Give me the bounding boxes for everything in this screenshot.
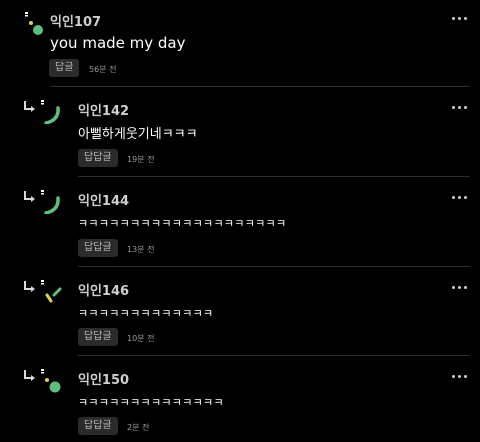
timestamp: 19분 전 xyxy=(127,155,155,164)
reply-button[interactable]: 답답글 xyxy=(78,239,118,257)
reply-arrow-icon xyxy=(24,370,35,381)
more-options-icon[interactable] xyxy=(452,16,468,22)
comment-item: 익인146 ㅋㅋㅋㅋㅋㅋㅋㅋㅋㅋㅋㅋㅋ 답답글 10분 전 xyxy=(0,266,480,356)
avatar xyxy=(41,190,60,214)
comment-text: ㅋㅋㅋㅋㅋㅋㅋㅋㅋㅋㅋㅋㅋㅋㅋㅋㅋㅋㅋㅋ xyxy=(78,217,287,230)
timestamp: 10분 전 xyxy=(127,334,155,343)
reply-arrow-icon xyxy=(24,191,35,202)
timestamp: 13분 전 xyxy=(127,245,155,254)
more-options-icon[interactable] xyxy=(452,195,468,201)
avatar xyxy=(41,369,61,393)
comment-item: 익인150 ㅋㅋㅋㅋㅋㅋㅋㅋㅋㅋㅋㅋㅋㅋ 답답글 2분 전 xyxy=(0,355,480,442)
comment-item: 익인107 you made my day 답글 56분 전 xyxy=(0,0,480,87)
reply-button[interactable]: 답글 xyxy=(49,59,80,77)
reply-button[interactable]: 답답글 xyxy=(78,149,118,167)
comment-item: 익인142 아뻘하게웃기네ㅋㅋㅋ 답답글 19분 전 xyxy=(0,86,480,177)
comment-text: ㅋㅋㅋㅋㅋㅋㅋㅋㅋㅋㅋㅋㅋㅋ xyxy=(78,396,224,409)
comment-text: ㅋㅋㅋㅋㅋㅋㅋㅋㅋㅋㅋㅋㅋ xyxy=(78,307,214,320)
author-name: 익인150 xyxy=(78,373,130,388)
avatar xyxy=(41,100,60,124)
author-name: 익인144 xyxy=(78,194,130,209)
comment-text: 아뻘하게웃기네ㅋㅋㅋ xyxy=(78,127,198,142)
comment-text: you made my day xyxy=(50,34,186,52)
timestamp: 2분 전 xyxy=(127,423,150,432)
reply-button[interactable]: 답답글 xyxy=(78,417,118,435)
author-name: 익인107 xyxy=(50,15,102,30)
more-options-icon[interactable] xyxy=(452,285,468,291)
author-name: 익인146 xyxy=(78,284,130,299)
reply-button[interactable]: 답답글 xyxy=(78,328,118,346)
timestamp: 56분 전 xyxy=(89,65,117,74)
author-name: 익인142 xyxy=(78,104,130,119)
avatar xyxy=(41,280,62,303)
more-options-icon[interactable] xyxy=(452,374,468,380)
reply-arrow-icon xyxy=(24,281,35,292)
comment-item: 익인144 ㅋㅋㅋㅋㅋㅋㅋㅋㅋㅋㅋㅋㅋㅋㅋㅋㅋㅋㅋㅋ 답답글 13분 전 xyxy=(0,176,480,267)
avatar xyxy=(25,12,43,35)
reply-arrow-icon xyxy=(24,101,35,112)
more-options-icon[interactable] xyxy=(452,105,468,111)
